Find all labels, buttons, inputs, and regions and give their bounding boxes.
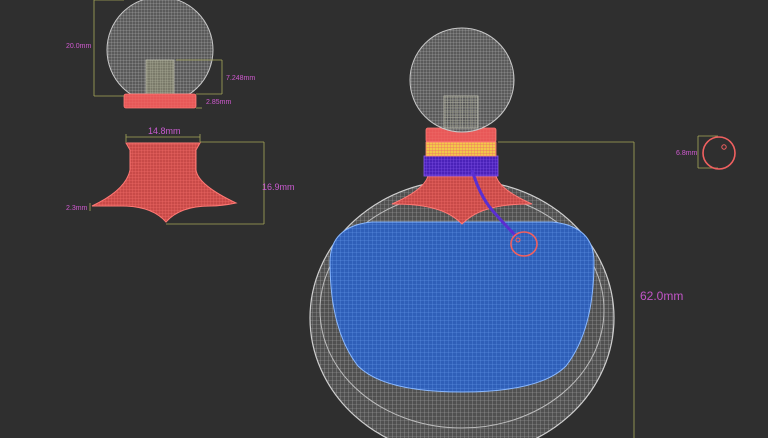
cap-inner-label: 7.248mm (226, 75, 255, 82)
stand-edge-label: 2.3mm (66, 205, 88, 212)
bottle-height-label: 62.0mm (640, 289, 683, 303)
wireframe-scene: 20.0mm 7.248mm 2.85mm 14.8mm 16.9mm 2.3m… (66, 0, 736, 438)
cap-detail-view: 20.0mm 7.248mm 2.85mm (66, 0, 255, 109)
3d-viewport[interactable]: 20.0mm 7.248mm 2.85mm 14.8mm 16.9mm 2.3m… (0, 0, 768, 438)
ring-detail-view: 6.8mm (676, 135, 736, 170)
ring-detail (702, 136, 736, 170)
cap-height-label: 20.0mm (66, 43, 91, 50)
ring-diameter-label: 6.8mm (676, 150, 698, 157)
cap-band-label: 2.85mm (206, 99, 231, 106)
neck-height-label: 16.9mm (262, 182, 295, 192)
neck-detail-view: 14.8mm 16.9mm 2.3mm (66, 126, 295, 225)
bottle-main-view: 62.0mm (309, 27, 683, 438)
neck-width-label: 14.8mm (148, 126, 181, 136)
